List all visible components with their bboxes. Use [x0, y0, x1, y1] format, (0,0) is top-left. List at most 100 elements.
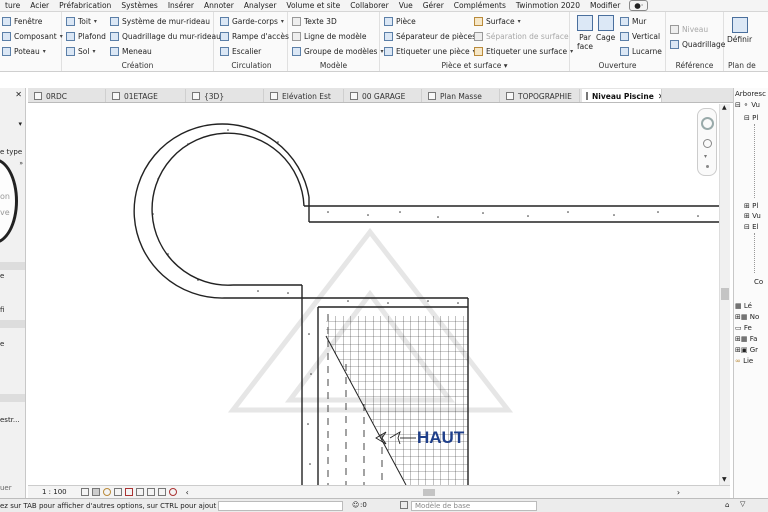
tab-garage[interactable]: 00 GARAGE [346, 89, 422, 102]
etiqueter-piece-button[interactable]: Etiqueter une pièce▾ [384, 45, 476, 58]
collapse-icon[interactable]: » [19, 160, 23, 167]
tree-item-legends[interactable]: ▦ Lé [735, 302, 752, 310]
lock-view-icon[interactable] [146, 488, 155, 496]
plafond-button[interactable]: Plafond [66, 30, 106, 43]
menu-item-structure[interactable]: ture [0, 1, 25, 10]
cage-button[interactable]: Cage [596, 15, 615, 42]
groupe-modeles-button[interactable]: Groupe de modèles ▾ [292, 45, 383, 58]
quadrillage-button[interactable]: Quadrillage [670, 38, 725, 51]
menu-item-analyser[interactable]: Analyser [239, 1, 282, 10]
tab-topographie[interactable]: TOPOGRAPHIE [502, 89, 580, 102]
menu-item-annoter[interactable]: Annoter [199, 1, 239, 10]
scroll-left-icon[interactable]: ‹ [186, 488, 189, 497]
workset-selector[interactable] [218, 501, 343, 511]
etiqueter-surface-button[interactable]: Etiqueter une surface ▾ [474, 45, 573, 58]
separateur-pieces-button[interactable]: Séparateur de pièces [384, 30, 476, 43]
close-tab-icon[interactable]: ✕ [658, 92, 661, 101]
drawing-canvas[interactable]: HAUT ▾ [28, 104, 719, 485]
hscroll-thumb[interactable] [422, 488, 435, 496]
detail-level-icon[interactable] [80, 488, 89, 496]
separation-surface-button[interactable]: Séparation de surface [474, 30, 569, 43]
type-field-2[interactable]: ve [0, 208, 10, 217]
tree-item-links[interactable]: ∞ Lie [735, 357, 753, 365]
poteau-button[interactable]: Poteau ▾ [2, 45, 46, 58]
niveau-button[interactable]: Niveau [670, 23, 708, 36]
tree-item[interactable]: ⊞ Vu [744, 212, 761, 220]
vertical-scrollbar[interactable]: ▲ ▼ [719, 104, 730, 485]
zoom-dropdown-icon[interactable]: ▾ [704, 153, 707, 160]
filter-icon[interactable]: ⌂ [725, 501, 729, 509]
steering-wheel-icon[interactable] [701, 117, 714, 130]
sun-path-icon[interactable] [102, 488, 111, 496]
tree-item-groups[interactable]: ⊞▣ Gr [735, 346, 758, 354]
piece-button[interactable]: Pièce [384, 15, 416, 28]
menu-item-inserer[interactable]: Insérer [163, 1, 199, 10]
panel-ouverture: Par face Cage Mur Vertical Lucarne Ouver… [570, 12, 666, 71]
menu-item-volume-site[interactable]: Volume et site [281, 1, 345, 10]
shadows-icon[interactable] [113, 488, 122, 496]
tab-3d[interactable]: {3D} [188, 89, 264, 102]
design-option-selector[interactable]: Modèle de base [411, 501, 537, 511]
menu-item-prefabrication[interactable]: Préfabrication [54, 1, 116, 10]
type-field-1[interactable]: on [0, 192, 10, 201]
lucarne-button[interactable]: Lucarne [620, 45, 662, 58]
menu-item-vue[interactable]: Vue [394, 1, 418, 10]
scroll-thumb[interactable] [721, 288, 729, 300]
menu-item-twinmotion[interactable]: Twinmotion 2020 [511, 1, 585, 10]
curtain-system-button[interactable]: Système de mur-rideau [110, 15, 210, 28]
fenetre-button[interactable]: Fenêtre [2, 15, 42, 28]
meneau-button[interactable]: Meneau [110, 45, 152, 58]
surface-button[interactable]: Surface ▾ [474, 15, 521, 28]
reveal-hidden-icon[interactable] [168, 488, 177, 496]
toggle-icon[interactable]: ●· [629, 0, 649, 11]
par-face-button[interactable]: Par face [573, 15, 597, 51]
vertical-opening-button[interactable]: Vertical [620, 30, 660, 43]
tree-item[interactable]: ⊟ El [744, 223, 758, 231]
tab-plan-masse[interactable]: Plan Masse [424, 89, 500, 102]
ligne-modele-button[interactable]: Ligne de modèle [292, 30, 367, 43]
toit-button[interactable]: Toit ▾ [66, 15, 97, 28]
texte-3d-button[interactable]: Texte 3D [292, 15, 337, 28]
tree-item[interactable]: Co [754, 278, 763, 286]
tree-item-sheets[interactable]: ▭ Fe [735, 324, 752, 332]
apply-button[interactable]: uer [0, 484, 12, 492]
garde-corps-button[interactable]: Garde-corps ▾ [220, 15, 284, 28]
sol-button[interactable]: Sol ▾ [66, 45, 95, 58]
composant-button[interactable]: Composant ▾ [2, 30, 63, 43]
legend-icon: ▦ [735, 302, 742, 310]
tab-01etage[interactable]: 01ETAGE [108, 89, 186, 102]
visual-style-icon[interactable] [91, 488, 100, 496]
curtain-grid-button[interactable]: Quadrillage du mur-rideau [110, 30, 221, 43]
scroll-right-icon[interactable]: › [677, 488, 680, 497]
escalier-button[interactable]: Escalier [220, 45, 261, 58]
tree-item[interactable]: ⊟ Pl [744, 114, 758, 122]
scroll-up-icon[interactable]: ▲ [722, 104, 727, 111]
menu-item-complements[interactable]: Compléments [449, 1, 511, 10]
menu-item-systemes[interactable]: Systèmes [116, 1, 163, 10]
temporary-hide-icon[interactable] [157, 488, 166, 496]
show-crop-icon[interactable] [135, 488, 144, 496]
menu-item-collaborer[interactable]: Collaborer [345, 1, 394, 10]
tab-elevation-est[interactable]: Elévation Est [266, 89, 344, 102]
dropdown-arrow-icon[interactable]: ▾ [18, 120, 22, 128]
tree-item[interactable]: ⊞ Pl [744, 202, 758, 210]
scale-selector[interactable]: 1 : 100 [42, 488, 67, 496]
menu-item-gerer[interactable]: Gérer [418, 1, 449, 10]
tree-item-views[interactable]: ⊟ ⚬ Vu [735, 101, 760, 109]
tab-0rdc[interactable]: 0RDC [30, 89, 106, 102]
crop-view-icon[interactable] [124, 488, 133, 496]
definir-button[interactable]: Définir [727, 17, 752, 44]
zoom-icon[interactable] [703, 139, 712, 148]
tab-niveau-piscine[interactable]: Niveau Piscine✕ [582, 89, 662, 102]
tree-item-schedules[interactable]: ⊞▦ No [735, 313, 759, 321]
menu-item-modifier[interactable]: Modifier [585, 1, 625, 10]
menu-item-acier[interactable]: Acier [25, 1, 54, 10]
close-icon[interactable]: ✕ [15, 90, 22, 99]
editing-requests-icon[interactable]: ☺ [352, 501, 359, 509]
design-option-icon[interactable] [400, 501, 408, 509]
scroll-down-icon[interactable]: ▼ [722, 476, 727, 483]
nav-dots-icon[interactable] [706, 165, 709, 168]
rampe-button[interactable]: Rampe d'accès [220, 30, 289, 43]
mur-opening-button[interactable]: Mur [620, 15, 646, 28]
tree-item-families[interactable]: ⊞▦ Fa [735, 335, 757, 343]
